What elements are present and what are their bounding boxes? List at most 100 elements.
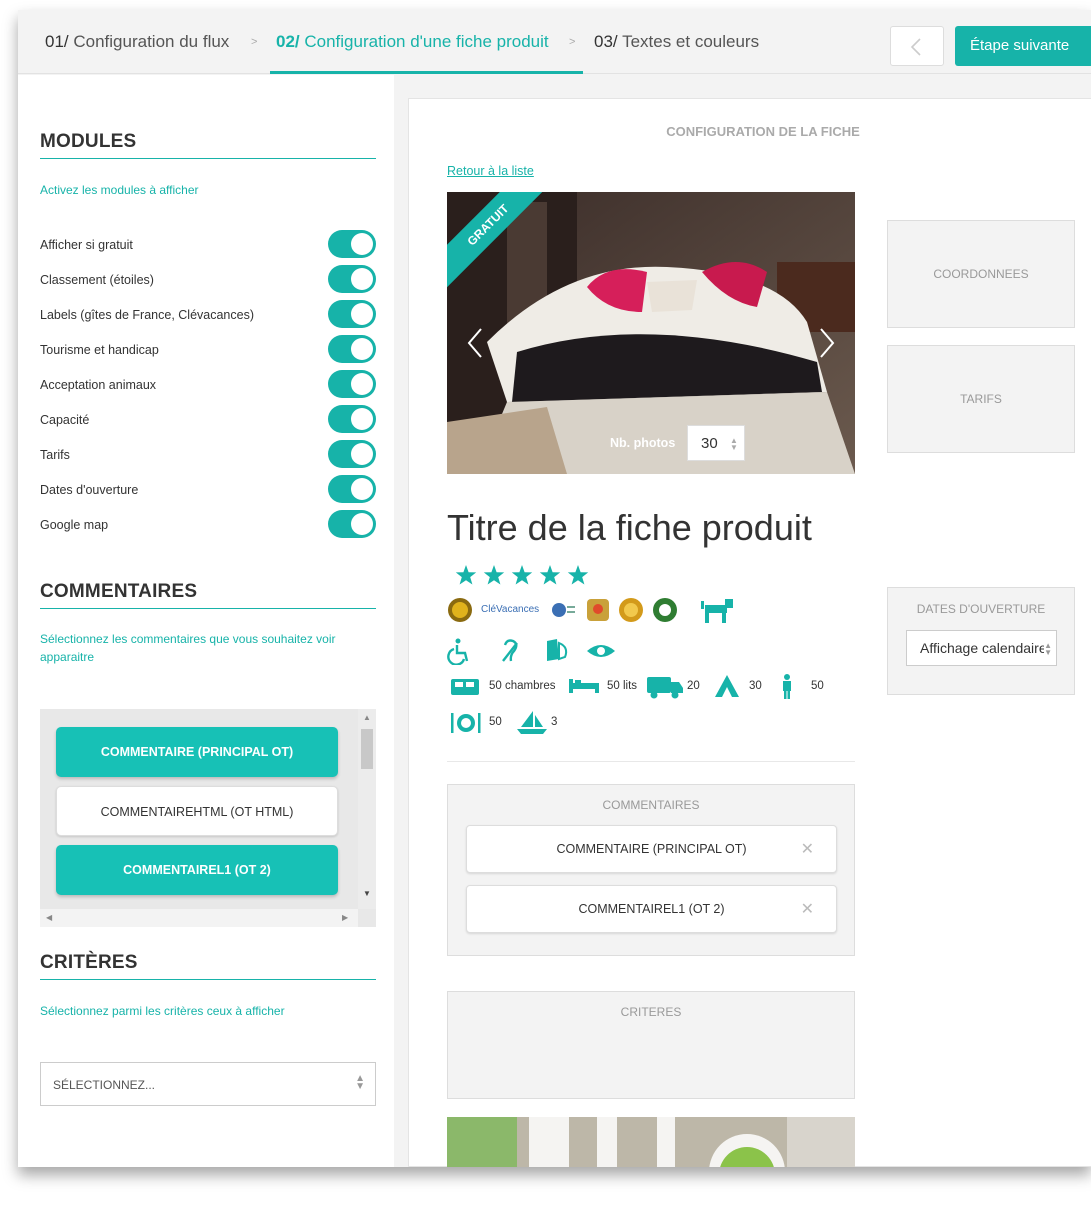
- select-caret-icon: ▲ ▼: [1044, 641, 1052, 657]
- labels-row: CléVacances: [447, 597, 747, 625]
- accessibility-icons: [447, 638, 615, 665]
- toggle-label: Classement (étoiles): [40, 273, 154, 287]
- toggle-knob: [351, 478, 373, 500]
- toggle-label: Capacité: [40, 413, 90, 427]
- modules-desc: Activez les modules à afficher: [40, 183, 199, 197]
- label-badge-icon: [552, 603, 575, 617]
- wheelchair-icon: [447, 638, 469, 665]
- commentaires-desc: Sélectionnez les commentaires que vous s…: [40, 632, 336, 664]
- toggle-label: Tourisme et handicap: [40, 343, 159, 357]
- comment-chip-label: COMMENTAIRE (PRINCIPAL OT): [556, 842, 747, 856]
- star-icon: [511, 565, 533, 585]
- toggle-row-classement: Classement (étoiles): [40, 265, 376, 295]
- active-step-indicator: [270, 71, 583, 74]
- dining-icon: [451, 713, 481, 733]
- coordonnees-drop-zone: COORDONNEES: [887, 220, 1075, 328]
- comment-option-l1[interactable]: COMMENTAIREL1 (OT 2): [56, 845, 338, 895]
- criteres-divider: [40, 979, 376, 980]
- capacity-row-1: 50 chambres 50 lits 20 30 50: [447, 673, 855, 701]
- select-caret-icon: ▲ ▼: [355, 1073, 365, 1092]
- google-map-preview[interactable]: [447, 1117, 855, 1167]
- star-icon: [483, 565, 505, 585]
- toggle-switch-handicap[interactable]: [328, 335, 376, 363]
- step-3-num: 03/: [594, 32, 618, 51]
- horizontal-scrollbar[interactable]: ◀ ▶: [40, 909, 358, 927]
- chevron-right-icon[interactable]: [819, 327, 835, 359]
- step-2-label: Configuration d'une fiche produit: [304, 32, 549, 51]
- comment-option-principal[interactable]: COMMENTAIRE (PRINCIPAL OT): [56, 727, 338, 777]
- calendar-display-select[interactable]: Affichage calendaire ▲ ▼: [906, 630, 1057, 666]
- coordonnees-title: COORDONNEES: [933, 267, 1029, 281]
- product-photo-carousel[interactable]: GRATUIT Nb. photos 30 ▲ ▼: [447, 192, 855, 474]
- nb-photos-stepper[interactable]: 30 ▲ ▼: [687, 425, 745, 461]
- scroll-down-icon[interactable]: ▼: [363, 889, 371, 898]
- toggle-switch-labels[interactable]: [328, 300, 376, 328]
- app-frame: 01/ Configuration du flux > 02/ Configur…: [18, 10, 1091, 1167]
- scroll-thumb[interactable]: [361, 729, 373, 769]
- step-1-num: 01/: [45, 32, 69, 51]
- comment-option-html[interactable]: COMMENTAIREHTML (OT HTML): [56, 786, 338, 836]
- toggle-switch-dates[interactable]: [328, 475, 376, 503]
- comment-chip[interactable]: COMMENTAIREL1 (OT 2) ✕: [466, 885, 837, 933]
- preview-title: CONFIGURATION DE LA FICHE: [666, 124, 860, 139]
- bedroom-photo: [447, 192, 855, 474]
- comments-list: COMMENTAIRE (PRINCIPAL OT) COMMENTAIREHT…: [40, 709, 376, 927]
- toggle-switch-animaux[interactable]: [328, 370, 376, 398]
- nb-photos-label: Nb. photos: [610, 436, 676, 450]
- toggle-switch-classement[interactable]: [328, 265, 376, 293]
- tarifs-title: TARIFS: [960, 392, 1002, 406]
- map-image: [447, 1117, 855, 1167]
- bed-icon: [569, 679, 599, 693]
- star-icon: [567, 565, 589, 585]
- person-icon: [783, 674, 791, 699]
- toggle-label: Dates d'ouverture: [40, 483, 139, 497]
- step-1[interactable]: 01/ Configuration du flux: [45, 32, 229, 52]
- criteres-title: CRITÈRES: [40, 952, 138, 973]
- dates-ouverture-title: DATES D'OUVERTURE: [916, 602, 1046, 616]
- toggle-label: Acceptation animaux: [40, 378, 157, 392]
- scroll-left-icon[interactable]: ◀: [46, 913, 52, 922]
- close-icon[interactable]: ✕: [801, 899, 814, 919]
- toggle-row-labels: Labels (gîtes de France, Clévacances): [40, 300, 376, 330]
- commentaires-divider: [40, 608, 376, 609]
- toggle-switch-capacite[interactable]: [328, 405, 376, 433]
- star-icon: [455, 565, 477, 585]
- criteres-box-title: CRITERES: [620, 1005, 682, 1019]
- toggle-switch-google-map[interactable]: [328, 510, 376, 538]
- capacity-row-2: 50 3: [447, 709, 647, 737]
- toggle-row-dates: Dates d'ouverture: [40, 475, 376, 505]
- step-2[interactable]: 02/ Configuration d'une fiche produit: [276, 32, 549, 52]
- toggle-row-google-map: Google map: [40, 510, 376, 540]
- label-badge-icon: [587, 599, 609, 621]
- criteres-select[interactable]: SÉLECTIONNEZ... ▲ ▼: [40, 1062, 376, 1106]
- stepper-arrows-icon[interactable]: ▲ ▼: [730, 437, 738, 452]
- star-rating: [455, 565, 589, 585]
- capacity-dining: 50: [489, 716, 502, 728]
- visual-impairment-icon: [587, 645, 615, 657]
- toggle-switch-tarifs[interactable]: [328, 440, 376, 468]
- close-icon[interactable]: ✕: [801, 839, 814, 859]
- vertical-scrollbar[interactable]: ▲ ▼: [358, 709, 376, 909]
- label-badge-icon: [653, 598, 677, 622]
- scroll-up-icon[interactable]: ▲: [363, 713, 371, 722]
- toggle-switch-gratuit[interactable]: [328, 230, 376, 258]
- chevron-left-icon[interactable]: [467, 327, 483, 359]
- toggle-knob: [351, 303, 373, 325]
- toggle-knob: [351, 233, 373, 255]
- modules-title: MODULES: [40, 131, 137, 152]
- step-2-num: 02/: [276, 32, 300, 51]
- toggle-row-capacite: Capacité: [40, 405, 376, 435]
- comment-chip[interactable]: COMMENTAIRE (PRINCIPAL OT) ✕: [466, 825, 837, 873]
- capacity-campers: 20: [687, 680, 700, 692]
- next-step-button[interactable]: Étape suivante: [955, 26, 1091, 66]
- comments-drop-zone: COMMENTAIRES COMMENTAIRE (PRINCIPAL OT) …: [447, 784, 855, 956]
- step-3[interactable]: 03/ Textes et couleurs: [594, 32, 759, 52]
- criteres-desc: Sélectionnez parmi les critères ceux à a…: [40, 1004, 285, 1018]
- scroll-right-icon[interactable]: ▶: [342, 913, 348, 922]
- back-to-list-link[interactable]: Retour à la liste: [447, 164, 534, 178]
- step-3-label: Textes et couleurs: [622, 32, 760, 51]
- comments-box-title: COMMENTAIRES: [602, 798, 700, 812]
- previous-step-button[interactable]: [890, 26, 944, 66]
- capacity-persons: 50: [811, 680, 824, 692]
- capacity-tents: 30: [749, 680, 762, 692]
